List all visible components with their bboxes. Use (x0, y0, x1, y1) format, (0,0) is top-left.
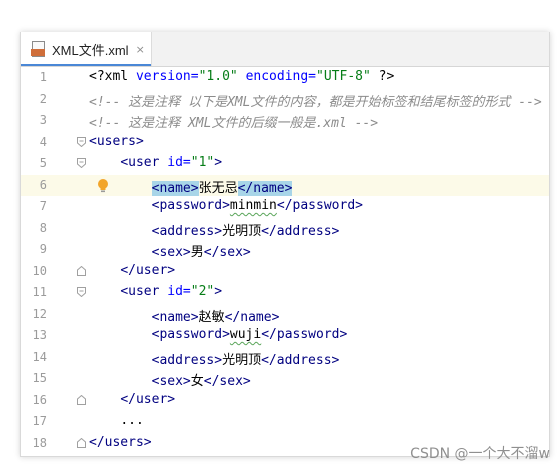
line-number: 10 (32, 263, 47, 278)
code-line-current: 6 <name>张无忌</name> (21, 174, 549, 196)
code-line: 3 <!-- 这是注释 XML文件的后缀一般是.xml --> (21, 110, 549, 131)
line-number: 7 (39, 199, 47, 213)
code-text: <address>光明顶</address> (151, 352, 340, 368)
code-line: 10 </user> (21, 261, 549, 282)
line-number: 4 (39, 134, 47, 149)
line-number: 14 (32, 349, 47, 364)
code-text: <user id="1"> (120, 155, 223, 170)
tab-xml-file[interactable]: XML文件.xml × (21, 32, 152, 66)
code-line: 13 <password>wuji</password> (21, 325, 549, 346)
code-text: </user> (120, 262, 176, 278)
code-line: 15 <sex>女</sex> (21, 368, 549, 389)
tab-title: XML文件.xml (52, 42, 129, 58)
code-line: 8 <address>光明顶</address> (21, 218, 549, 239)
code-line: 17 ... (21, 411, 549, 432)
code-text: <users> (89, 133, 144, 149)
xml-file-icon (31, 41, 45, 57)
line-number: 16 (32, 392, 47, 407)
line-number: 6 (39, 177, 47, 192)
code-line: 12 <name>赵敏</name> (21, 304, 549, 325)
line-number: 2 (39, 91, 47, 106)
code-text: <password>wuji</password> (151, 327, 348, 342)
line-number: 13 (32, 328, 47, 342)
fold-collapse-icon[interactable] (77, 136, 86, 147)
line-number: 9 (39, 242, 47, 256)
line-number: 15 (32, 371, 47, 385)
watermark: CSDN @一个大不溜w (410, 446, 550, 462)
code-text: <address>光明顶</address> (151, 223, 340, 239)
code-text: </users> (89, 434, 152, 450)
code-text: <sex>女</sex> (151, 374, 251, 389)
code-text: ... (120, 413, 144, 428)
code-line: 4 <users> (21, 132, 549, 153)
code-line: 2 <!-- 这是注释 以下是XML文件的内容，都是开始标签和结尾标签的形式 -… (21, 89, 549, 110)
line-number: 12 (32, 306, 47, 321)
fold-collapse-icon[interactable] (77, 287, 86, 297)
fold-end-icon[interactable] (77, 437, 86, 448)
code-text: <sex>男</sex> (151, 245, 251, 260)
code-text: <name>张无忌</name> (151, 180, 293, 196)
editor-window: XML文件.xml × 1 <?xml version="1.0" encodi… (20, 32, 550, 457)
line-number: 5 (39, 156, 47, 170)
code-line: 1 <?xml version="1.0" encoding="UTF-8" ?… (21, 67, 549, 88)
code-text: </user> (120, 391, 176, 407)
code-line: 14 <address>光明顶</address> (21, 347, 549, 368)
code-editor[interactable]: 1 <?xml version="1.0" encoding="UTF-8" ?… (21, 67, 549, 456)
code-text: <?xml version="1.0" encoding="UTF-8" ?> (89, 69, 395, 84)
comment-text: <!-- 这是注释 以下是XML文件的内容，都是开始标签和结尾标签的形式 --> (89, 94, 542, 110)
fold-collapse-icon[interactable] (77, 158, 86, 168)
fold-end-icon[interactable] (77, 394, 86, 405)
line-number: 3 (39, 113, 47, 127)
code-line: 11 <user id="2"> (21, 282, 549, 303)
line-number: 18 (32, 435, 47, 450)
active-tab-indicator (21, 64, 151, 66)
code-text: <user id="2"> (120, 284, 223, 299)
code-line: 16 </user> (21, 390, 549, 411)
tab-bar: XML文件.xml × (21, 32, 549, 67)
line-number: 11 (32, 285, 47, 299)
code-line: 5 <user id="1"> (21, 153, 549, 174)
line-number: 17 (32, 414, 47, 428)
close-icon[interactable]: × (136, 43, 145, 56)
code-text: <name>赵敏</name> (151, 309, 280, 325)
code-line: 7 <password>minmin</password> (21, 196, 549, 217)
line-number: 1 (39, 70, 47, 84)
fold-end-icon[interactable] (77, 265, 86, 276)
code-line: 9 <sex>男</sex> (21, 239, 549, 260)
code-text: <password>minmin</password> (151, 198, 363, 213)
line-number: 8 (39, 220, 47, 235)
comment-text: <!-- 这是注释 XML文件的后缀一般是.xml --> (89, 116, 379, 131)
